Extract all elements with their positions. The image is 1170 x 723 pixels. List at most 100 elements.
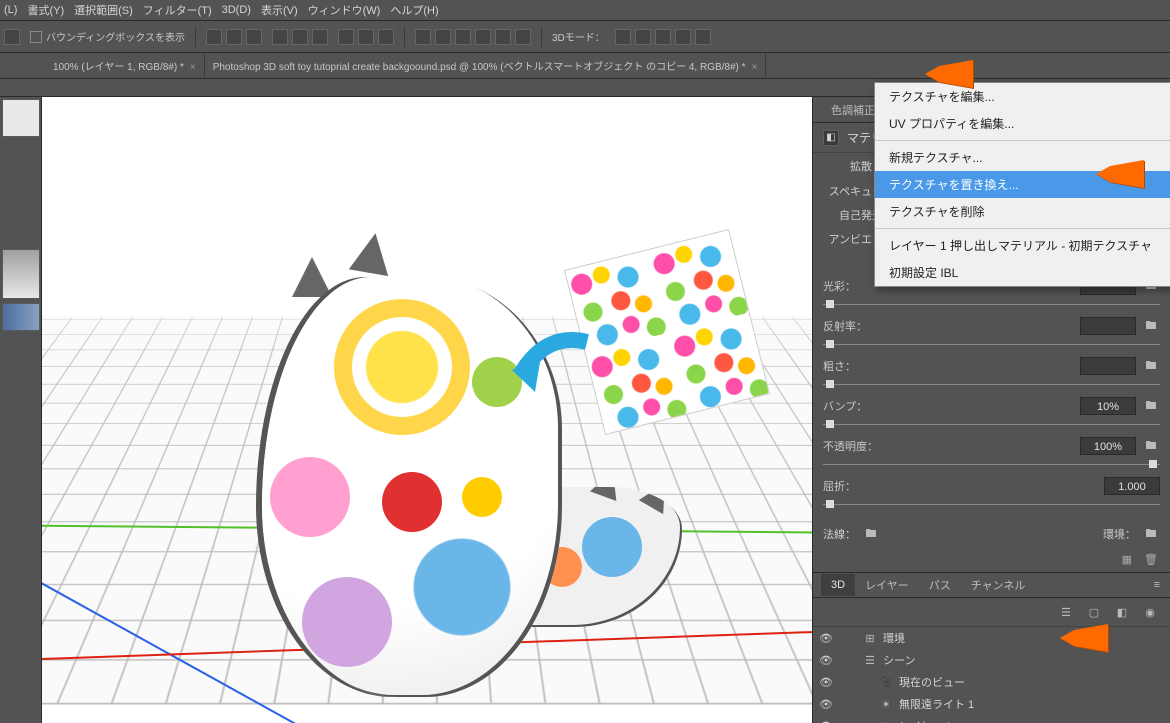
transform-cluster-2[interactable] — [272, 29, 328, 45]
menu-item[interactable]: 3D(D) — [222, 4, 251, 16]
refract-label: 屈折： — [823, 478, 856, 494]
tree-item-label: 環境 — [883, 630, 905, 646]
divider — [195, 27, 196, 47]
visibility-eye-icon[interactable]: 👁 — [819, 720, 835, 723]
cam-icon: 🎥 — [879, 675, 893, 689]
menu-item[interactable]: (L) — [4, 4, 17, 16]
filter-scene-icon[interactable]: ☰ — [1058, 604, 1074, 620]
reflect-value[interactable] — [1080, 317, 1136, 335]
rough-row: 粗さ： 🖿 — [813, 355, 1170, 395]
tree-item-label: シーン — [883, 652, 915, 668]
close-icon[interactable]: × — [752, 62, 758, 73]
align-cluster[interactable] — [415, 29, 531, 45]
context-menu-item[interactable]: レイヤー 1 押し出しマテリアル - 初期テクスチャ — [875, 232, 1170, 259]
context-menu-item[interactable]: 初期設定 IBL — [875, 259, 1170, 286]
mesh-icon: ◫ — [879, 719, 893, 723]
tree-item-label: 無限遠ライト 1 — [899, 696, 974, 712]
menu-item[interactable]: ウィンドウ(W) — [308, 2, 381, 18]
opacity-value[interactable]: 100% — [1080, 437, 1136, 455]
filter-light-icon[interactable]: ◉ — [1142, 604, 1158, 620]
disclosure-icon[interactable]: ⌄ — [863, 720, 873, 723]
normal-texture-icon[interactable]: 🖿 — [862, 525, 880, 543]
opacity-slider[interactable] — [823, 461, 1160, 467]
close-icon[interactable]: × — [190, 62, 196, 73]
panel-tab[interactable]: レイヤー — [855, 572, 919, 598]
bounding-box-label: バウンディングボックスを表示 — [46, 29, 185, 44]
bump-slider[interactable] — [823, 421, 1160, 427]
reflect-slider[interactable] — [823, 341, 1160, 347]
navigator-column — [0, 97, 42, 723]
3d-mode-label: 3Dモード： — [552, 29, 605, 44]
render-settings-icon[interactable]: ▦ — [1122, 553, 1132, 566]
menu-item[interactable]: 書式(Y) — [27, 2, 64, 18]
panel-tab[interactable]: チャンネル — [961, 572, 1036, 598]
annotation-arrow-1 — [925, 60, 973, 95]
bump-texture-icon[interactable]: 🖿 — [1142, 397, 1160, 415]
channel-thumb-2[interactable] — [2, 303, 40, 331]
menu-item[interactable]: 表示(V) — [261, 2, 298, 18]
annotation-arrow-3 — [1060, 624, 1108, 659]
channel-thumb-1[interactable] — [2, 249, 40, 299]
scene-tree-row[interactable]: 👁✶無限遠ライト 1 — [813, 693, 1170, 715]
menu-item[interactable]: 選択範囲(S) — [74, 2, 133, 18]
context-menu-item[interactable]: テクスチャを削除 — [875, 198, 1170, 225]
menu-item[interactable]: フィルター(T) — [143, 2, 212, 18]
properties-footer: ▦ 🗑 — [813, 547, 1170, 572]
filter-mesh-icon[interactable]: ▢ — [1086, 604, 1102, 620]
opacity-texture-icon[interactable]: 🖿 — [1142, 437, 1160, 455]
annotation-arrow-2 — [1096, 160, 1144, 195]
visibility-eye-icon[interactable]: 👁 — [819, 632, 835, 645]
filter-material-icon[interactable]: ◧ — [1114, 604, 1130, 620]
panel-menu-icon[interactable]: ≡ — [1144, 574, 1170, 596]
rough-value[interactable] — [1080, 357, 1136, 375]
document-tabs: 100% (レイヤー 1, RGB/8#) *×Photoshop 3D sof… — [0, 53, 1170, 79]
bump-value[interactable]: 10% — [1080, 397, 1136, 415]
reflect-label: 反射率： — [823, 318, 867, 334]
scene-tree-row[interactable]: 👁 ☰ シーン — [813, 649, 1170, 671]
document-tab[interactable]: 100% (レイヤー 1, RGB/8#) *× — [45, 54, 205, 77]
environment-texture-icon[interactable]: 🖿 — [1142, 525, 1160, 543]
reflect-texture-icon[interactable]: 🖿 — [1142, 317, 1160, 335]
transform-cluster-1[interactable] — [206, 29, 262, 45]
scene-tree-row[interactable]: 👁 ⌄ ◫ レイヤー 1 — [813, 715, 1170, 723]
divider — [541, 27, 542, 47]
options-bar: バウンディングボックスを表示 3Dモード： — [0, 21, 1170, 53]
3d-object-dinosaur[interactable] — [242, 237, 562, 723]
panel-tab[interactable]: パス — [919, 572, 961, 598]
env-icon: ⊞ — [863, 631, 877, 645]
menubar[interactable]: (L) 書式(Y) 選択範囲(S) フィルター(T) 3D(D) 表示(V) ウィンドウ(W… — [0, 0, 1170, 21]
visibility-eye-icon[interactable]: 👁 — [819, 654, 835, 667]
opacity-label: 不透明度： — [823, 438, 878, 454]
visibility-eye-icon[interactable]: 👁 — [819, 698, 835, 711]
scene-tree-row[interactable]: 👁 🎥 現在のビュー — [813, 671, 1170, 693]
environment-label: 環境： — [1103, 526, 1136, 542]
context-menu-item[interactable]: テクスチャを編集... — [875, 83, 1170, 110]
visibility-eye-icon[interactable]: 👁 — [819, 676, 835, 689]
navigator-thumb-1[interactable] — [2, 99, 40, 137]
transform-cluster-3[interactable] — [338, 29, 394, 45]
3d-mode-cluster[interactable] — [615, 29, 711, 45]
refract-value[interactable]: 1.000 — [1104, 477, 1160, 495]
tree-item-label: 現在のビュー — [899, 674, 965, 690]
3d-scene-tree[interactable]: 👁⊞環境👁☰シーン👁🎥現在のビュー👁✶無限遠ライト 1👁⌄◫レイヤー 1👁◧レイ… — [813, 627, 1170, 723]
shine-slider[interactable] — [823, 301, 1160, 307]
bump-label: バンプ： — [823, 398, 867, 414]
bump-row: バンプ： 10% 🖿 — [813, 395, 1170, 435]
bounding-box-checkbox[interactable] — [30, 31, 42, 43]
tree-item-label: レイヤー 1 — [899, 718, 952, 723]
document-tab[interactable]: Photoshop 3D soft toy tutoprial create b… — [205, 54, 767, 77]
3d-panel-tabs[interactable]: 3Dレイヤーパスチャンネル ≡ — [813, 572, 1170, 598]
tool-preset-icon[interactable] — [4, 29, 20, 45]
rough-slider[interactable] — [823, 381, 1160, 387]
menu-item[interactable]: ヘルプ(H) — [390, 2, 438, 18]
trash-icon[interactable]: 🗑 — [1144, 553, 1158, 566]
scene-icon: ☰ — [863, 653, 877, 667]
3d-canvas[interactable] — [42, 97, 812, 723]
reflect-row: 反射率： 🖿 — [813, 315, 1170, 355]
rough-texture-icon[interactable]: 🖿 — [1142, 357, 1160, 375]
panel-tab[interactable]: 3D — [821, 574, 855, 596]
refract-slider[interactable] — [823, 501, 1160, 507]
context-menu-item[interactable]: UV プロパティを編集... — [875, 110, 1170, 137]
normal-label: 法線： — [823, 526, 856, 542]
scene-tree-row[interactable]: 👁 ⊞ 環境 — [813, 627, 1170, 649]
